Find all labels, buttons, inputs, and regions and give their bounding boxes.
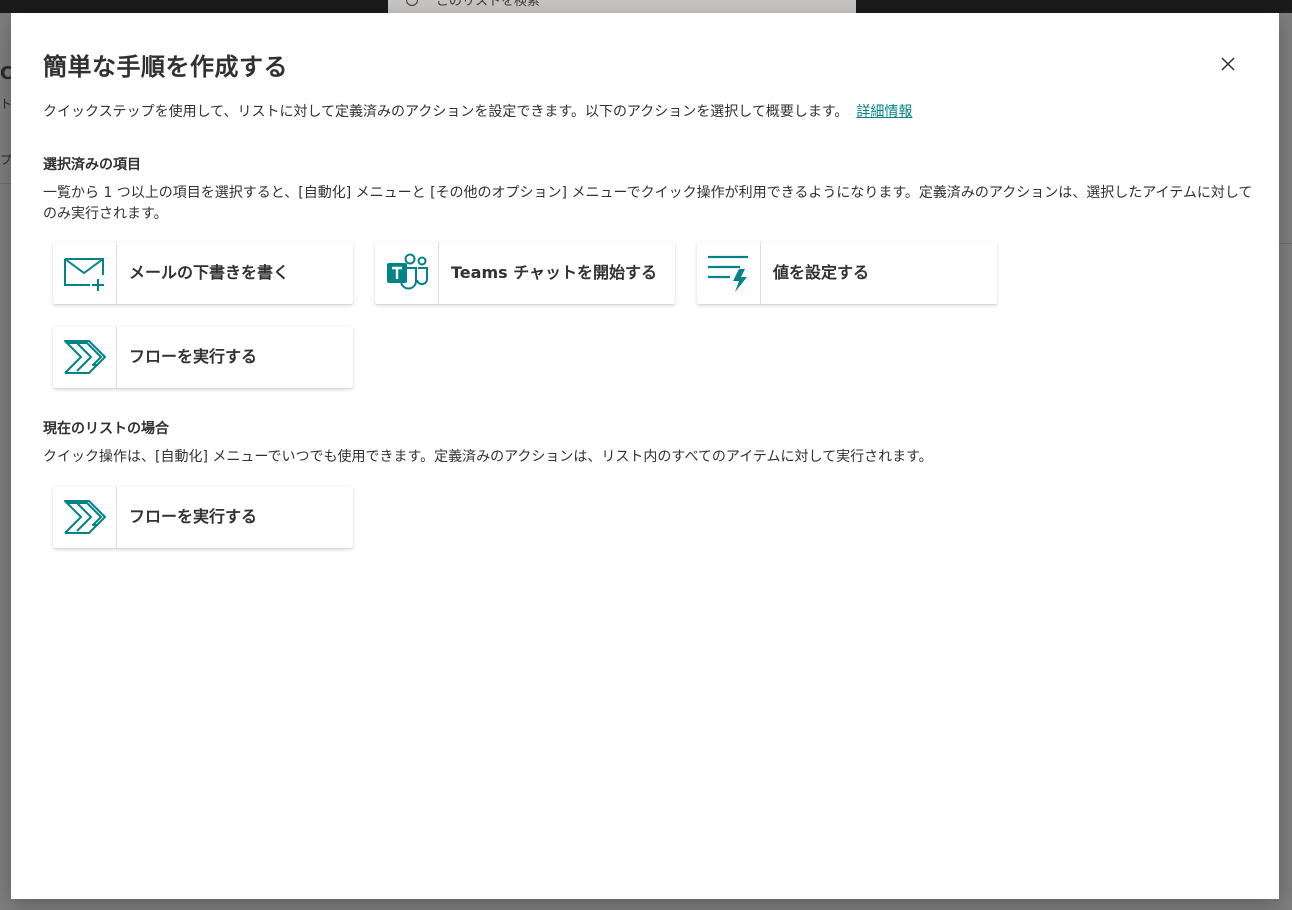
card-label: フローを実行する <box>129 347 258 366</box>
action-card-teams-chat[interactable]: Teams チャットを開始する <box>375 242 675 304</box>
dialog-description: クイックステップを使用して、リストに対して定義済みのアクションを設定できます。以… <box>43 101 912 121</box>
action-card-set-value[interactable]: 値を設定する <box>697 242 997 304</box>
close-icon <box>1221 57 1235 71</box>
card-label: フローを実行する <box>129 507 258 526</box>
power-automate-icon <box>63 340 106 374</box>
card-label: Teams チャットを開始する <box>451 263 658 282</box>
teams-icon <box>386 253 428 290</box>
learn-more-link[interactable]: 詳細情報 <box>856 104 912 120</box>
background-search-box: このリストを検索 <box>388 0 856 13</box>
action-card-draft-email[interactable]: メールの下書きを書く <box>53 242 353 304</box>
set-value-icon <box>707 255 748 292</box>
background-divider <box>0 183 11 184</box>
selected-items-heading: 選択済みの項目 <box>43 157 141 173</box>
action-card-run-flow-selected[interactable]: フローを実行する <box>53 326 353 388</box>
card-icon-box <box>53 486 117 548</box>
action-card-run-flow-list[interactable]: フローを実行する <box>53 486 353 548</box>
background-divider <box>1279 243 1292 244</box>
card-label: 値を設定する <box>773 263 870 282</box>
search-icon <box>406 0 418 6</box>
card-icon-box <box>53 242 117 304</box>
current-list-heading: 現在のリストの場合 <box>43 421 169 437</box>
close-button[interactable] <box>1215 51 1241 77</box>
quick-steps-dialog: 簡単な手順を作成する クイックステップを使用して、リストに対して定義済みのアクシ… <box>11 13 1279 899</box>
power-automate-icon <box>63 500 106 534</box>
card-label: メールの下書きを書く <box>129 263 290 282</box>
search-placeholder: このリストを検索 <box>436 0 541 9</box>
mail-add-icon <box>63 258 104 291</box>
card-icon-box <box>53 326 117 388</box>
card-icon-box <box>375 242 439 304</box>
description-text: クイックステップを使用して、リストに対して定義済みのアクションを設定できます。以… <box>43 104 849 120</box>
current-list-description: クイック操作は、[自動化] メニューでいつでも使用できます。定義済みのアクション… <box>43 449 933 465</box>
card-icon-box <box>697 242 761 304</box>
dialog-title: 簡単な手順を作成する <box>43 53 288 81</box>
selected-items-description: 一覧から 1 つ以上の項目を選択すると、[自動化] メニューと [その他のオプシ… <box>43 185 1253 222</box>
